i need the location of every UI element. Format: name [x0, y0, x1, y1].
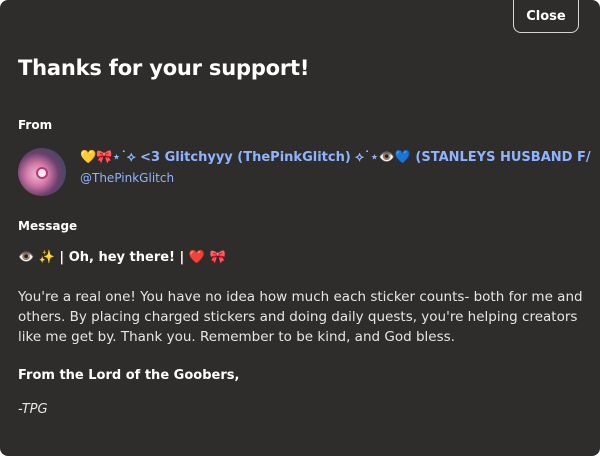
avatar-image: [36, 167, 48, 179]
sender-handle[interactable]: @ThePinkGlitch: [80, 171, 174, 185]
avatar[interactable]: [18, 148, 66, 196]
close-button[interactable]: Close: [513, 0, 579, 33]
message-signature: -TPG: [18, 402, 48, 417]
dialog-title: Thanks for your support!: [18, 56, 310, 80]
message-body: You're a real one! You have no idea how …: [18, 289, 583, 345]
message-heading: 👁️ ✨ | Oh, hey there! | ❤️ 🎀: [18, 250, 226, 265]
message-signoff: From the Lord of the Goobers,: [18, 368, 240, 383]
support-dialog: Close Thanks for your support! From 💛🎀⋆˙…: [0, 0, 600, 456]
message-label: Message: [18, 219, 78, 233]
from-label: From: [18, 118, 53, 132]
sender-display-name[interactable]: 💛🎀⋆˙⟡ <3 Glitchyyy (ThePinkGlitch) ⟡˙⋆👁️…: [80, 150, 600, 165]
